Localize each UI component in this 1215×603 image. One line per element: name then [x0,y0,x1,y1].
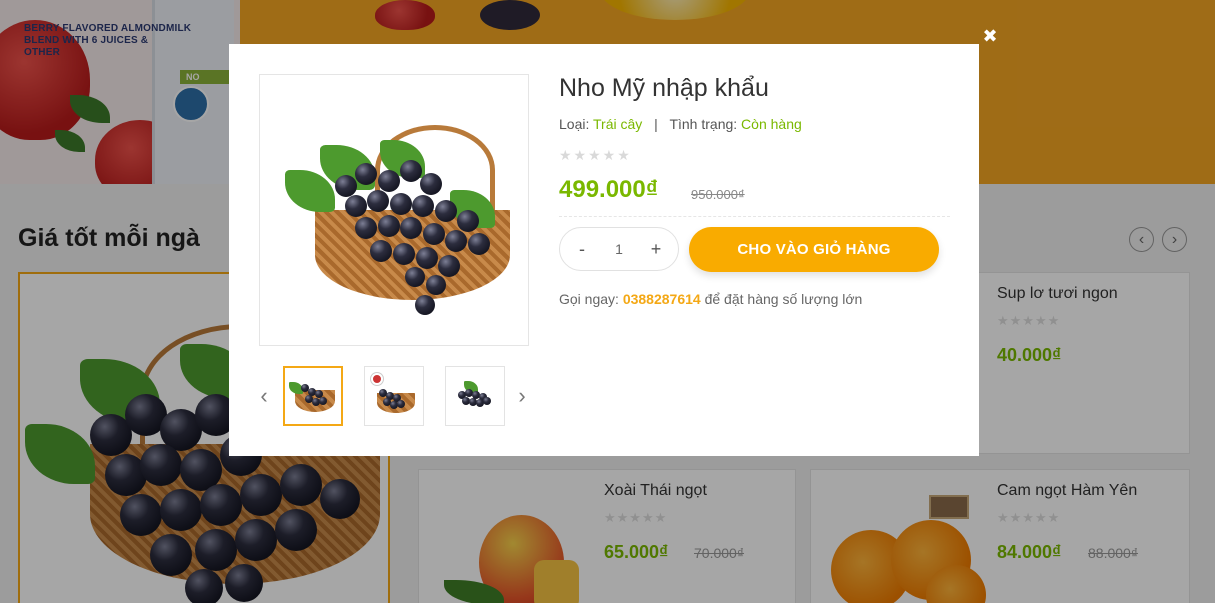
status-label: Tình trạng: [669,116,738,132]
close-icon[interactable]: ✖ [980,26,1000,46]
decrease-button[interactable]: - [574,240,590,258]
type-label: Loại: [559,116,590,132]
add-to-cart-button[interactable]: CHO VÀO GIỎ HÀNG [689,227,939,272]
chevron-left-icon[interactable]: ‹ [257,384,271,408]
phone-link[interactable]: 0388287614 [623,291,701,307]
status-value: Còn hàng [741,116,802,132]
product-title: Nho Mỹ nhập khẩu [559,74,769,102]
type-link[interactable]: Trái cây [593,116,642,132]
product-old-price: 950.000₫ [691,187,745,202]
call-to-order: Gọi ngay: 0388287614 để đặt hàng số lượn… [559,291,862,307]
thumbnail-grapes-bunch[interactable] [445,366,505,426]
quantity-stepper: - 1 + [559,227,679,271]
call-suffix: để đặt hàng số lượng lớn [704,291,863,307]
quantity-input[interactable]: 1 [615,241,623,257]
chevron-right-icon[interactable]: › [515,384,529,408]
thumbnail-grapes-basket[interactable] [283,366,343,426]
quickview-modal: ‹ › Nho Mỹ nhập khẩu Loại: Trái cây | Tì… [229,44,979,456]
rating-stars: ★★★★★ [559,147,632,163]
call-prefix: Gọi ngay: [559,291,619,307]
divider [559,216,950,217]
grapes-image [260,75,528,345]
increase-button[interactable]: + [648,240,664,258]
meta-separator: | [654,116,658,132]
product-meta: Loại: Trái cây | Tình trạng: Còn hàng [559,116,802,132]
product-price: 499.000₫ [559,176,659,203]
product-main-image [259,74,529,346]
thumbnail-grapes-usa[interactable] [364,366,424,426]
